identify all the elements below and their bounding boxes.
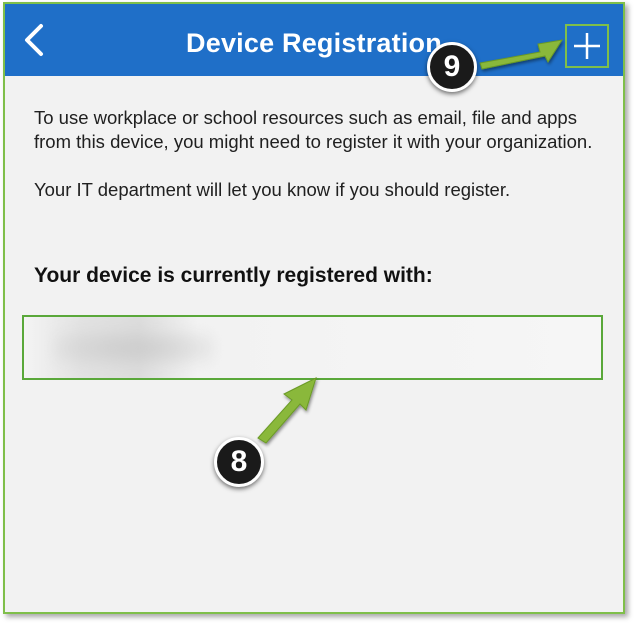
callout-9: 9 bbox=[427, 42, 477, 92]
intro-text: To use workplace or school resources suc… bbox=[34, 107, 593, 152]
navigation-bar: Device Registration bbox=[5, 4, 623, 76]
registered-with-heading: Your device is currently registered with… bbox=[34, 264, 433, 287]
app-screen: Device Registration To use workplace or … bbox=[3, 2, 625, 614]
description: To use workplace or school resources suc… bbox=[34, 106, 604, 226]
page-title: Device Registration bbox=[186, 28, 442, 58]
it-department-text: Your IT department will let you know if … bbox=[34, 179, 511, 200]
redacted-account bbox=[54, 331, 214, 365]
plus-icon bbox=[574, 33, 600, 59]
callout-8: 8 bbox=[214, 437, 264, 487]
registered-account-field[interactable] bbox=[22, 315, 603, 380]
add-account-button[interactable] bbox=[565, 24, 609, 68]
